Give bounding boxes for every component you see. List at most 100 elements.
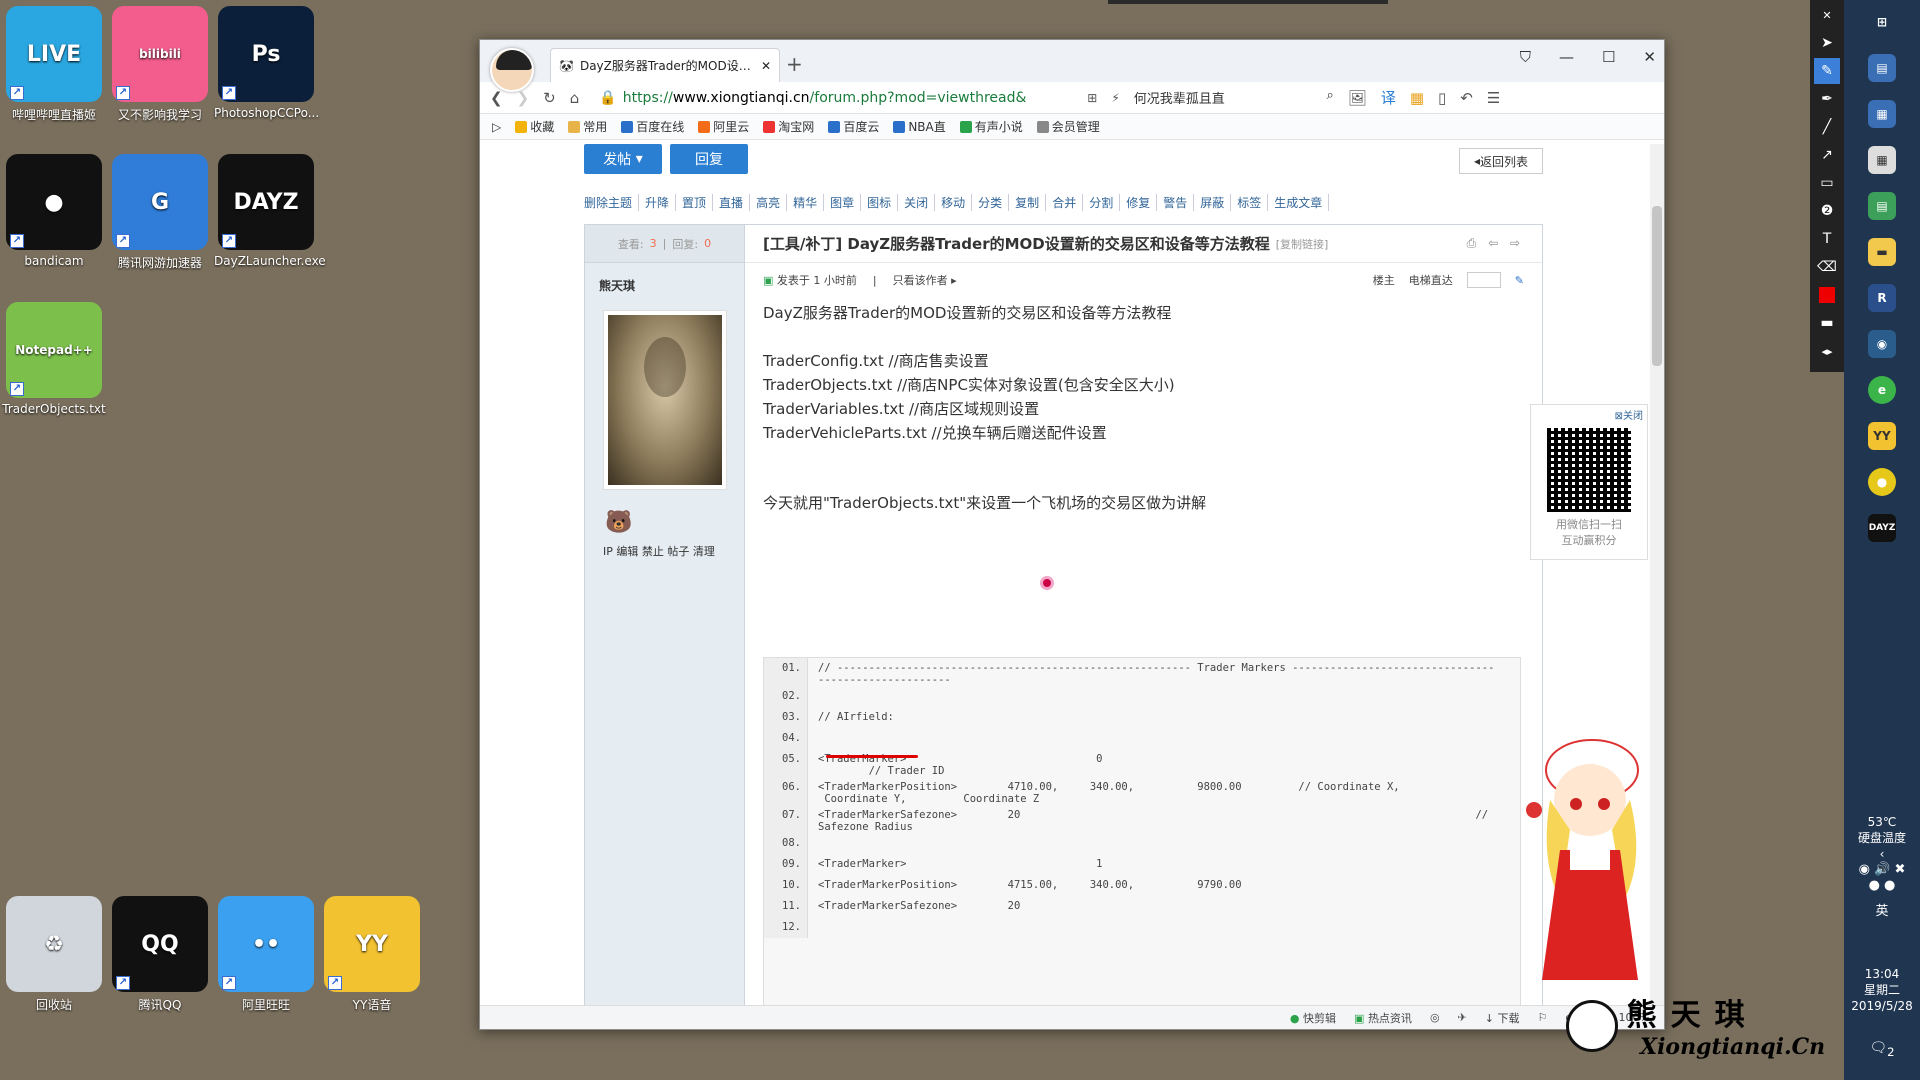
copy-link[interactable]: [复制链接] [1276, 236, 1329, 252]
apps-icon[interactable]: ▦ [1410, 89, 1424, 107]
notification-button[interactable]: 🗨2 [1844, 1040, 1920, 1060]
qr-close-button[interactable]: ⊠关闭 [1531, 405, 1647, 424]
expand-icon[interactable]: ◂▸ [1814, 338, 1840, 364]
line-icon[interactable]: ╱ [1814, 114, 1840, 140]
moderation-link[interactable]: 分类 [972, 194, 1010, 211]
grid-icon[interactable]: ⊞ [1087, 91, 1097, 105]
address-bar[interactable]: 🔒 https://www.xiongtianqi.cn/forum.php?m… [593, 86, 1073, 110]
moderation-link[interactable]: 删除主题 [584, 194, 640, 211]
color-swatch-icon[interactable] [1814, 282, 1840, 308]
browser-360-icon[interactable]: e [1868, 376, 1896, 404]
tray-ime[interactable]: 英 [1844, 904, 1920, 920]
yy-icon[interactable]: YY [1868, 422, 1896, 450]
desktop-icon[interactable]: Notepad++ ↗ TraderObjects.txt [2, 302, 106, 416]
moderation-link[interactable]: 移动 [935, 194, 973, 211]
bookmark-item[interactable]: 阿里云 [698, 118, 749, 135]
desktop-icon[interactable]: •• ↗ 阿里旺旺 [214, 896, 318, 1013]
status-item-news[interactable]: ▣ 热点资讯 [1354, 1010, 1412, 1026]
jump-input[interactable] [1466, 272, 1501, 288]
bookmark-item[interactable]: 百度云 [828, 118, 879, 135]
desktop-icon[interactable]: LIVE ↗ 哔哩哔哩直播姬 [2, 6, 106, 123]
bookmark-item[interactable]: 有声小说 [959, 118, 1023, 135]
search-icon[interactable]: ⌕ [1326, 88, 1333, 107]
post-button[interactable]: 发帖 ▾ [584, 144, 662, 174]
maximize-button[interactable]: ☐ [1602, 48, 1615, 66]
moderation-link[interactable]: 标签 [1231, 194, 1269, 211]
skin-icon[interactable]: ⛉ [1520, 48, 1531, 66]
moderation-link[interactable]: 生成文章 [1268, 194, 1330, 211]
back-to-list-button[interactable]: ◂ 返回列表 [1459, 148, 1543, 174]
minimize-button[interactable]: — [1559, 48, 1574, 66]
shield-icon[interactable]: ◎ [1430, 1011, 1440, 1024]
moderation-link[interactable]: 升降 [639, 194, 677, 211]
moderation-link[interactable]: 警告 [1157, 194, 1195, 211]
tab-active[interactable]: 🐼 DayZ服务器Trader的MOD设置新的交 ✕ [550, 48, 780, 82]
eraser-icon[interactable]: ⌫ [1814, 254, 1840, 280]
stroke-width-icon[interactable]: ▬ [1814, 310, 1840, 336]
bookmark-item[interactable]: 收藏 [515, 118, 554, 135]
desktop-icon[interactable]: bilibili ↗ 又不影响我学习 [108, 6, 212, 123]
bookmark-item[interactable]: 淘宝网 [763, 118, 814, 135]
flag-icon[interactable]: ⚐ [1537, 1011, 1547, 1024]
page-scrollbar[interactable] [1650, 144, 1664, 1005]
dayz-icon[interactable]: DAYZ [1868, 514, 1896, 542]
moderation-link[interactable]: 屏蔽 [1194, 194, 1232, 211]
moderation-link[interactable]: 分割 [1083, 194, 1121, 211]
app-icon-3[interactable]: ● [1868, 468, 1896, 496]
status-item-clip[interactable]: ● 快剪辑 [1290, 1010, 1336, 1026]
reply-button[interactable]: 回复 [670, 144, 748, 174]
desktop-icon[interactable]: G ↗ 腾讯网游加速器 [108, 154, 212, 271]
stamp-icon[interactable]: ❷ [1814, 198, 1840, 224]
tray-clock[interactable]: 13:04 星期二 2019/5/28 [1844, 966, 1920, 1014]
pen-icon[interactable]: ✎ [1814, 58, 1840, 84]
spreadsheet-icon[interactable]: ▤ [1868, 192, 1896, 220]
close-window-button[interactable]: ✕ [1643, 48, 1656, 66]
translate-icon[interactable]: 译 [1381, 87, 1396, 108]
moderation-link[interactable]: 直播 [713, 194, 751, 211]
moderation-link[interactable]: 置顶 [676, 194, 714, 211]
sidebar-toggle-icon[interactable]: ▷ [492, 120, 501, 134]
pin-icon[interactable]: ✈ [1458, 1011, 1467, 1024]
author-avatar[interactable] [603, 310, 727, 490]
forward-icon[interactable]: ❯ [517, 89, 530, 107]
moderation-link[interactable]: 图标 [861, 194, 899, 211]
bookmark-item[interactable]: 百度在线 [621, 118, 684, 135]
marker-icon[interactable]: ✒ [1814, 86, 1840, 112]
tray-icons[interactable]: ◉ 🔊 ✖ [1844, 862, 1920, 878]
search-input[interactable]: 何况我辈孤且直 ⌕ [1134, 88, 1334, 107]
bookmark-item[interactable]: 会员管理 [1036, 118, 1100, 135]
back-icon[interactable]: ❮ [490, 89, 503, 107]
admin-links[interactable]: IP 编辑 禁止 帖子 清理 [603, 543, 744, 559]
user-avatar[interactable] [490, 48, 534, 92]
jump-icon[interactable]: ✎ [1515, 274, 1524, 287]
desktop-icon[interactable]: ♻ 回收站 [2, 896, 106, 1013]
rstudio-icon[interactable]: R [1868, 284, 1896, 312]
folder-icon[interactable]: ▬ [1868, 238, 1896, 266]
desktop-icon[interactable]: Ps ↗ PhotoshopCCPo... [214, 6, 319, 120]
author-name[interactable]: 熊天琪 [585, 263, 744, 294]
moderation-link[interactable]: 复制 [1009, 194, 1047, 211]
tablet-icon[interactable]: ▯ [1438, 89, 1446, 107]
app-icon-1[interactable]: ▤ [1868, 54, 1896, 82]
scrollbar-thumb[interactable] [1652, 206, 1662, 366]
desktop-icon[interactable]: ● ↗ bandicam [2, 154, 106, 268]
rectangle-icon[interactable]: ▭ [1814, 170, 1840, 196]
moderation-link[interactable]: 精华 [787, 194, 825, 211]
close-tab-icon[interactable]: ✕ [761, 59, 771, 73]
home-icon[interactable]: ⌂ [570, 89, 580, 107]
tray-icons-2[interactable]: ● ● [1844, 878, 1920, 894]
print-icon[interactable]: ⎙ ⇦ ⇨ [1467, 236, 1524, 251]
undo-icon[interactable]: ↶ [1460, 89, 1473, 107]
desktop-icon[interactable]: QQ ↗ 腾讯QQ [108, 896, 212, 1013]
text-icon[interactable]: T [1814, 226, 1840, 252]
app-icon-2[interactable]: ▦ [1868, 100, 1896, 128]
bookmark-item[interactable]: 常用 [568, 118, 607, 135]
windows-start-icon[interactable]: ⊞ [1868, 8, 1896, 36]
moderation-link[interactable]: 修复 [1120, 194, 1158, 211]
only-author-link[interactable]: 只看该作者 ▸ [893, 272, 957, 288]
calculator-icon[interactable]: ▦ [1868, 146, 1896, 174]
moderation-link[interactable]: 图章 [824, 194, 862, 211]
tray-expand-icon[interactable]: ‹ [1844, 846, 1920, 862]
bolt-icon[interactable]: ⚡ [1111, 91, 1119, 105]
pointer-icon[interactable]: ➤ [1814, 30, 1840, 56]
